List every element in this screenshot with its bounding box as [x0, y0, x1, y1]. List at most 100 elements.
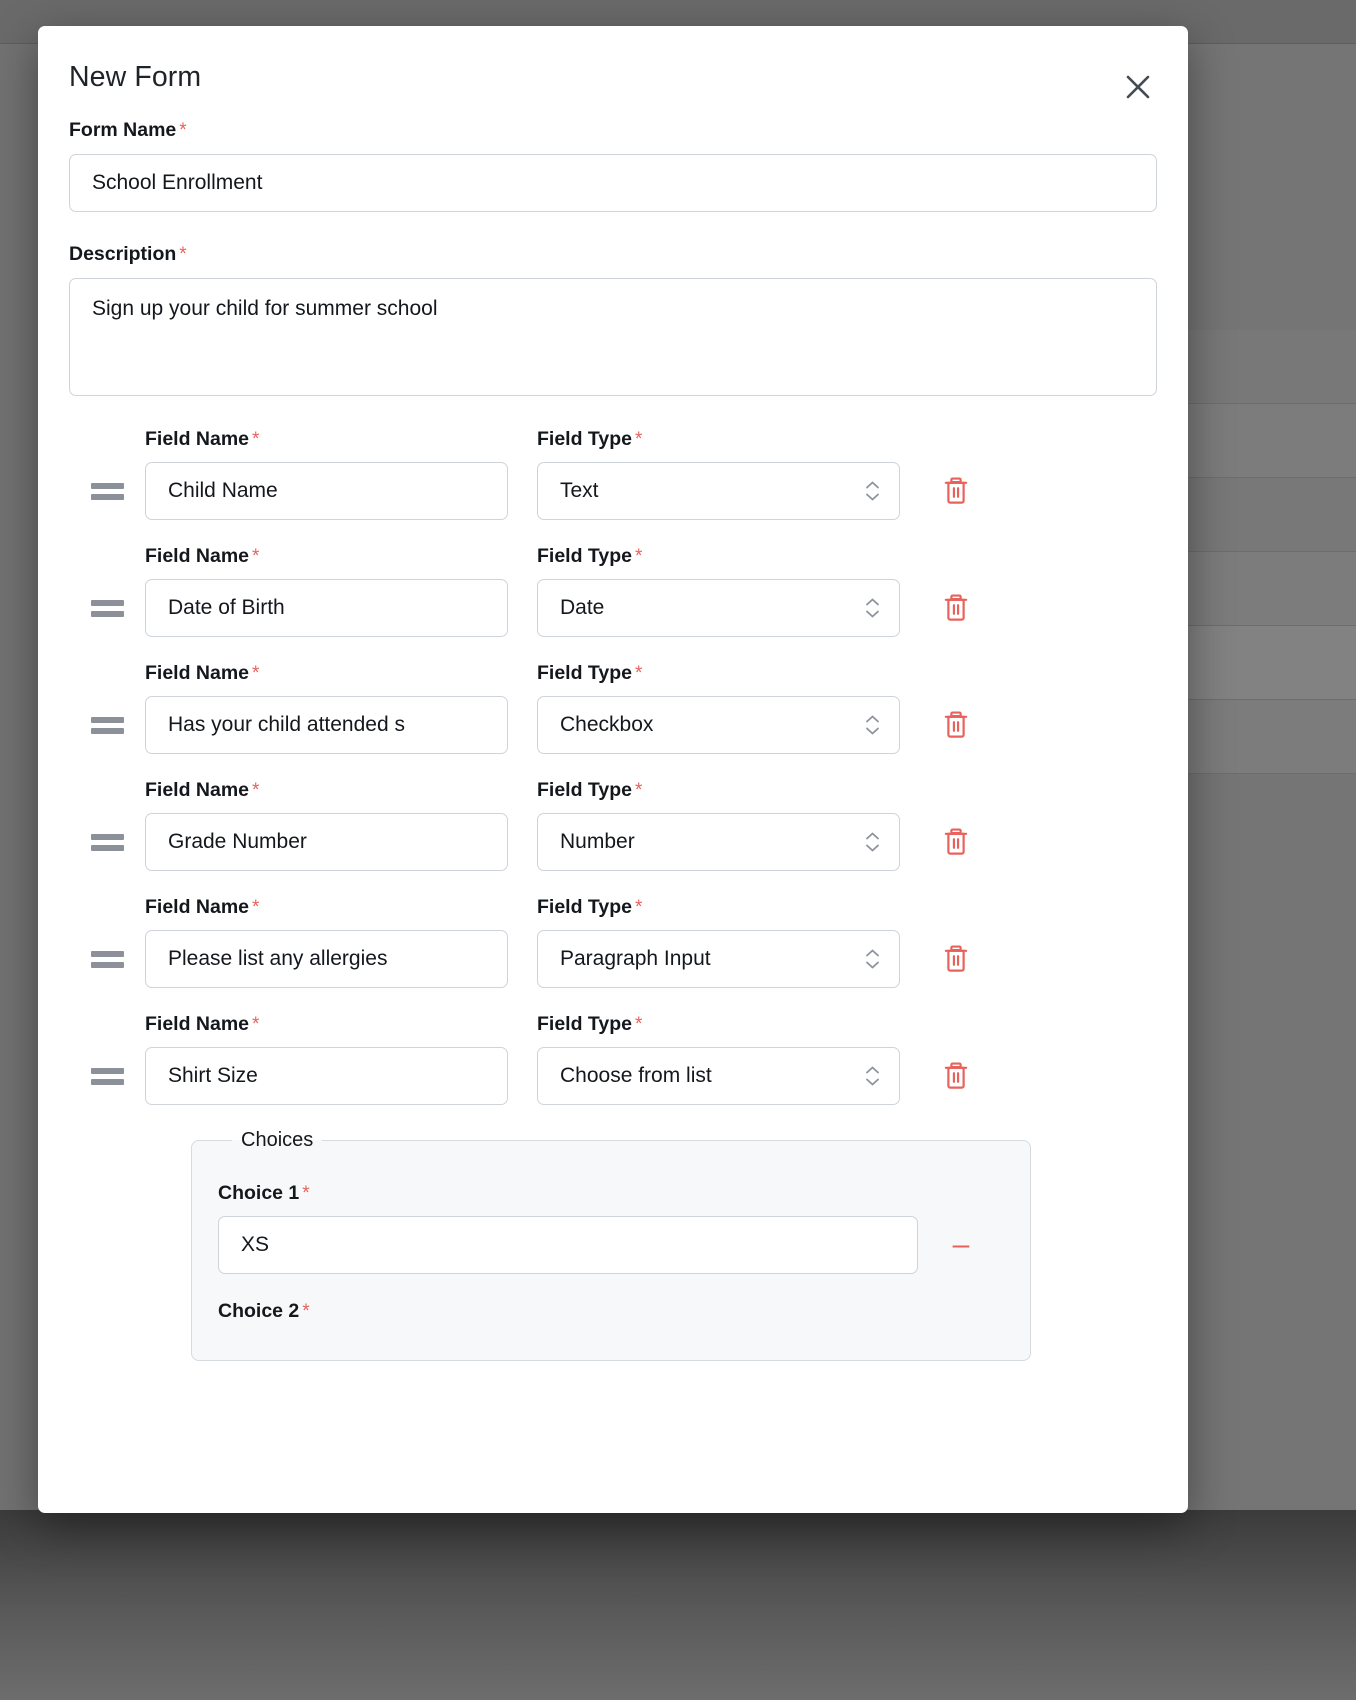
- field-name-label-text: Field Name: [145, 662, 250, 684]
- required-asterisk: *: [635, 663, 643, 684]
- drag-handle-icon[interactable]: [69, 462, 145, 520]
- field-name-cell: Field Name *: [145, 1012, 508, 1105]
- field-name-label-text: Field Name: [145, 1013, 250, 1035]
- field-name-label: Field Name *: [145, 1012, 508, 1037]
- required-asterisk: *: [302, 1301, 310, 1322]
- field-type-label-text: Field Type: [537, 896, 632, 918]
- background-sidebar: [0, 44, 40, 1700]
- trash-icon[interactable]: [900, 1047, 1012, 1105]
- field-name-label: Field Name *: [145, 427, 508, 452]
- required-asterisk: *: [252, 546, 260, 567]
- field-type-cell: Field Type * Text: [537, 427, 900, 520]
- field-name-label-text: Field Name: [145, 896, 250, 918]
- required-asterisk: *: [179, 244, 187, 265]
- drag-handle-icon[interactable]: [69, 696, 145, 754]
- field-type-label: Field Type *: [537, 1012, 900, 1037]
- field-type-cell: Field Type * Paragraph Input: [537, 895, 900, 988]
- choices-fieldset: Choices Choice 1* – Choice 2*: [191, 1129, 1031, 1361]
- choice-2-label-text: Choice 2: [218, 1300, 300, 1322]
- field-type-value: Date: [560, 596, 605, 619]
- field-name-input[interactable]: [145, 1047, 508, 1105]
- field-type-select[interactable]: Paragraph Input: [537, 930, 900, 988]
- field-type-value: Checkbox: [560, 713, 654, 736]
- field-type-value: Paragraph Input: [560, 947, 711, 970]
- description-block: Description *: [69, 242, 1157, 401]
- field-name-label: Field Name *: [145, 778, 508, 803]
- field-name-cell: Field Name *: [145, 427, 508, 520]
- required-asterisk: *: [252, 429, 260, 450]
- trash-icon[interactable]: [900, 813, 1012, 871]
- field-name-input[interactable]: [145, 696, 508, 754]
- stepper-icon: [865, 715, 880, 736]
- field-type-cell: Field Type * Date: [537, 544, 900, 637]
- required-asterisk: *: [252, 663, 260, 684]
- close-icon[interactable]: [1121, 70, 1155, 104]
- stepper-icon: [865, 481, 880, 502]
- required-asterisk: *: [302, 1183, 310, 1204]
- field-type-value: Choose from list: [560, 1064, 712, 1087]
- field-type-select[interactable]: Number: [537, 813, 900, 871]
- description-textarea[interactable]: [69, 278, 1157, 396]
- required-asterisk: *: [635, 546, 643, 567]
- field-name-cell: Field Name *: [145, 661, 508, 754]
- choices-section: Choices Choice 1* – Choice 2*: [191, 1129, 1031, 1361]
- field-name-input[interactable]: [145, 462, 508, 520]
- field-name-label: Field Name *: [145, 544, 508, 569]
- trash-icon[interactable]: [900, 579, 1012, 637]
- field-type-label-text: Field Type: [537, 1013, 632, 1035]
- choice-1-label: Choice 1 *: [218, 1182, 1004, 1205]
- choice-1-row: –: [218, 1216, 1004, 1274]
- drag-handle-icon[interactable]: [69, 579, 145, 637]
- field-row: Field Name* Field Type* Choose from list: [69, 1012, 1157, 1105]
- field-row: Field Name* Field Type* Checkbox: [69, 661, 1157, 754]
- field-list: Field Name* Field Type* Text: [69, 427, 1157, 1361]
- stepper-icon: [865, 832, 880, 853]
- field-name-label-text: Field Name: [145, 545, 250, 567]
- field-type-label: Field Type *: [537, 895, 900, 920]
- field-type-select[interactable]: Choose from list: [537, 1047, 900, 1105]
- required-asterisk: *: [252, 1014, 260, 1035]
- field-type-select[interactable]: Date: [537, 579, 900, 637]
- field-type-label: Field Type *: [537, 544, 900, 569]
- field-type-select[interactable]: Checkbox: [537, 696, 900, 754]
- stepper-icon: [865, 1066, 880, 1087]
- trash-icon[interactable]: [900, 696, 1012, 754]
- drag-handle-icon[interactable]: [69, 1047, 145, 1105]
- field-type-label-text: Field Type: [537, 779, 632, 801]
- field-name-input[interactable]: [145, 813, 508, 871]
- field-name-cell: Field Name *: [145, 778, 508, 871]
- field-type-cell: Field Type * Choose from list: [537, 1012, 900, 1105]
- form-name-label-text: Form Name: [69, 119, 177, 141]
- drag-handle-icon[interactable]: [69, 813, 145, 871]
- drag-handle-icon[interactable]: [69, 930, 145, 988]
- field-name-input[interactable]: [145, 930, 508, 988]
- field-name-cell: Field Name *: [145, 895, 508, 988]
- field-name-label: Field Name *: [145, 895, 508, 920]
- required-asterisk: *: [635, 780, 643, 801]
- trash-icon[interactable]: [900, 462, 1012, 520]
- field-type-label-text: Field Type: [537, 545, 632, 567]
- field-type-label: Field Type *: [537, 661, 900, 686]
- description-label: Description *: [69, 242, 1157, 267]
- field-name-cell: Field Name *: [145, 544, 508, 637]
- field-type-value: Text: [560, 479, 599, 502]
- choice-2-label: Choice 2 *: [218, 1300, 1004, 1323]
- required-asterisk: *: [252, 780, 260, 801]
- remove-choice-1-button[interactable]: –: [918, 1230, 1004, 1260]
- field-type-label-text: Field Type: [537, 662, 632, 684]
- required-asterisk: *: [635, 429, 643, 450]
- trash-icon[interactable]: [900, 930, 1012, 988]
- field-type-label: Field Type *: [537, 778, 900, 803]
- field-row: Field Name* Field Type* Number: [69, 778, 1157, 871]
- form-name-input[interactable]: [69, 154, 1157, 212]
- required-asterisk: *: [179, 120, 187, 141]
- field-row: Field Name* Field Type* Date: [69, 544, 1157, 637]
- field-name-input[interactable]: [145, 579, 508, 637]
- field-type-cell: Field Type * Number: [537, 778, 900, 871]
- field-type-select[interactable]: Text: [537, 462, 900, 520]
- choices-legend: Choices: [241, 1129, 314, 1151]
- choice-1-input[interactable]: [218, 1216, 918, 1274]
- new-form-dialog: New Form Form Name* Description*: [38, 26, 1188, 1513]
- stepper-icon: [865, 598, 880, 619]
- required-asterisk: *: [635, 897, 643, 918]
